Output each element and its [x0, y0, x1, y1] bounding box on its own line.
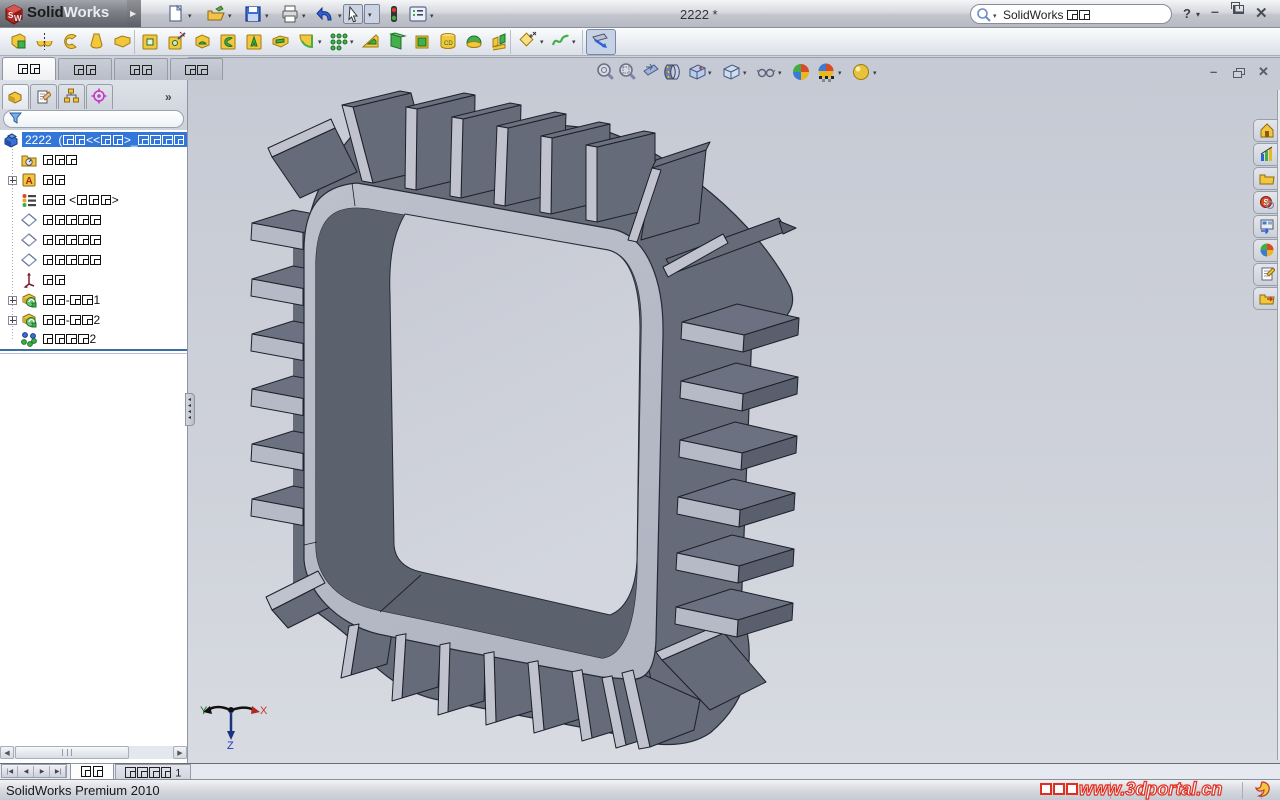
svg-text:W: W [14, 14, 22, 23]
svg-text:X: X [260, 705, 268, 717]
svg-text:CD: CD [444, 41, 453, 47]
svg-text:A: A [26, 176, 33, 187]
svg-text:Y: Y [200, 705, 208, 717]
svg-text:Z: Z [227, 740, 234, 750]
